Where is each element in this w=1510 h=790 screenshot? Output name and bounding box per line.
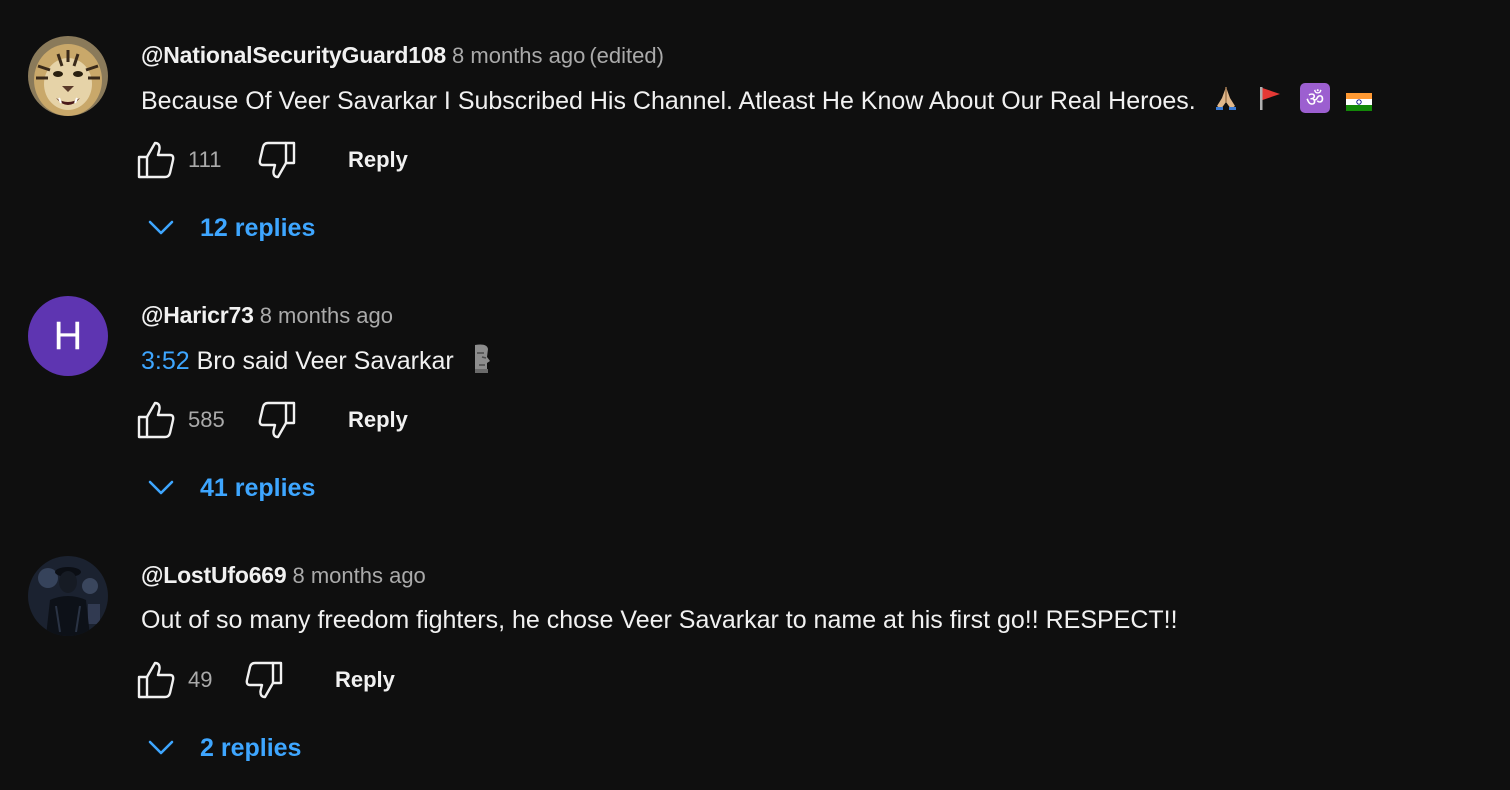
comment-header: @LostUfo669 8 months ago	[141, 560, 426, 590]
tiger-avatar-image	[28, 36, 108, 116]
reply-button[interactable]: Reply	[348, 400, 408, 440]
svg-text:ॐ: ॐ	[1305, 87, 1323, 111]
comment-author[interactable]: @NationalSecurityGuard108	[141, 42, 446, 68]
comment-header: @Haricr73 8 months ago	[141, 300, 393, 330]
comment-text: Out of so many freedom fighters, he chos…	[141, 603, 1178, 637]
dislike-button[interactable]	[257, 400, 297, 440]
like-count: 49	[188, 667, 213, 692]
dark-figure-avatar-image	[28, 556, 108, 636]
thumbs-down-icon	[244, 660, 284, 700]
like-button[interactable]	[136, 140, 176, 180]
moai-emoji-icon	[467, 343, 493, 382]
thumbs-down-icon	[257, 140, 297, 180]
dislike-button[interactable]	[244, 660, 284, 700]
comment-text: 3:52 Bro said Veer Savarkar	[141, 343, 493, 377]
thumbs-up-icon	[136, 660, 176, 700]
replies-count-label: 2 replies	[200, 734, 302, 762]
dislike-button[interactable]	[257, 140, 297, 180]
comment-body: Because Of Veer Savarkar I Subscribed Hi…	[141, 87, 1196, 116]
like-button[interactable]	[136, 400, 176, 440]
like-count: 585	[188, 407, 225, 432]
chevron-down-icon	[146, 217, 176, 239]
comment-body: Bro said Veer Savarkar	[189, 347, 454, 376]
folded-hands-emoji-icon	[1212, 84, 1240, 121]
comment-author[interactable]: @Haricr73	[141, 302, 254, 328]
chevron-down-icon	[146, 477, 176, 499]
avatar[interactable]	[28, 556, 108, 636]
reply-button[interactable]: Reply	[335, 660, 395, 700]
replies-count-label: 12 replies	[200, 214, 316, 242]
video-timestamp-link[interactable]: 3:52	[141, 347, 190, 375]
comment-header: @NationalSecurityGuard108 8 months ago (ed…	[141, 40, 664, 70]
comment-body: Out of so many freedom fighters, he chos…	[141, 606, 1178, 634]
thumbs-up-icon	[136, 400, 176, 440]
reply-button[interactable]: Reply	[348, 140, 408, 180]
chevron-down-icon	[146, 737, 176, 759]
avatar[interactable]	[28, 36, 108, 116]
like-button[interactable]	[136, 660, 176, 700]
comment-time[interactable]: 8 months ago	[260, 303, 393, 328]
comment-thread: @NationalSecurityGuard108 8 months ago (ed…	[0, 0, 1510, 260]
comment-thread: @LostUfo669 8 months ago Out of so many f…	[0, 520, 1510, 780]
india-flag-emoji-icon	[1345, 86, 1372, 120]
comment-thread: H @Haricr73 8 months ago 3:52 Bro said Ve…	[0, 260, 1510, 520]
edited-label: (edited)	[589, 43, 664, 68]
like-count: 111	[188, 147, 222, 172]
comment-time[interactable]: 8 months ago	[292, 563, 425, 588]
comment-author[interactable]: @LostUfo669	[141, 562, 287, 588]
red-flag-emoji-icon	[1256, 84, 1284, 121]
thumbs-up-icon	[136, 140, 176, 180]
om-emoji-icon: ॐ	[1299, 83, 1330, 122]
thumbs-down-icon	[257, 400, 297, 440]
avatar[interactable]: H	[28, 296, 108, 376]
comment-text: Because Of Veer Savarkar I Subscribed Hi…	[141, 83, 1372, 117]
comments-section: @NationalSecurityGuard108 8 months ago (ed…	[0, 0, 1510, 790]
replies-count-label: 41 replies	[200, 474, 316, 502]
comment-time[interactable]: 8 months ago	[452, 43, 585, 68]
